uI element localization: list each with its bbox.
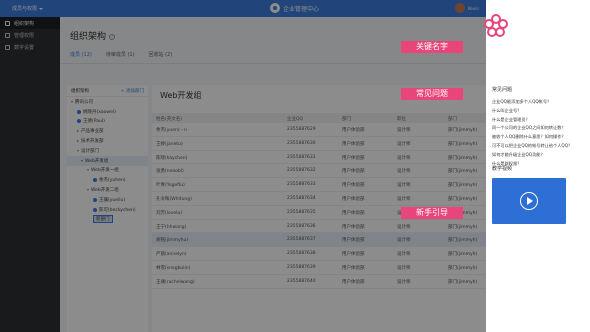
guide-label-faq: 常见问题 [401,88,463,100]
brand-line-1: IAMUE [514,18,564,33]
faq-link[interactable]: 什么是企业管理员？ [492,117,530,123]
faq-link[interactable]: 被收个人QQ删除什么意思？如何操作？ [492,134,566,140]
faq-link[interactable]: 如何才能升级企业QQ功能？ [492,152,545,158]
faq-link[interactable]: 什么叫企业号？ [492,108,521,114]
flower-logo-icon [484,14,508,37]
video-title: 教学视频 [492,166,513,172]
tutorial-video[interactable] [492,178,566,224]
faq-title: 常见问题 [492,87,513,93]
faq-link[interactable]: 同一个公司的企业QQ之间如何转让数？ [492,125,566,131]
guide-label-onboarding: 新手引导 [401,207,463,219]
faq-link[interactable]: 可不可以把企业QQ的帐号转让给个人QQ？ [492,143,572,149]
brand-watermark: IAMUE 艾画学堂 [482,12,590,64]
brand-line-2: 艾画学堂 [512,40,577,59]
faq-link[interactable]: 企业QQ能添加多个人QQ帐号？ [492,99,551,105]
guide-label-name: 关键名字 [401,41,463,53]
play-icon[interactable] [520,192,538,210]
